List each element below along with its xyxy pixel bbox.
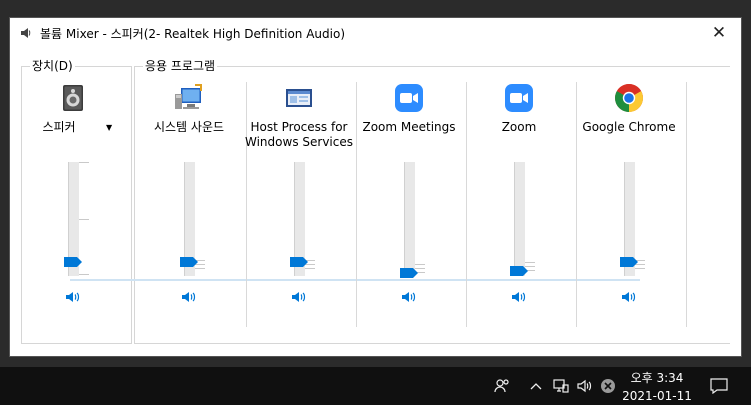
mute-button[interactable] (400, 288, 418, 306)
window-title: 볼륨 Mixer - 스피커(2- Realtek High Definitio… (40, 27, 345, 41)
slider-thumb[interactable] (290, 257, 308, 267)
channel-host-process: Host Process for Windows Services (244, 76, 354, 328)
title-bar[interactable]: 볼륨 Mixer - 스피커(2- Realtek High Definitio… (10, 18, 741, 48)
chevron-down-icon[interactable]: ▼ (106, 123, 112, 132)
channel-google-chrome: Google Chrome (574, 76, 684, 328)
mute-button[interactable] (290, 288, 308, 306)
channel-name: Google Chrome (582, 120, 676, 134)
clock-time: 오후 3:34 (630, 371, 684, 385)
slider-track (404, 162, 415, 276)
people-icon[interactable] (491, 376, 513, 396)
volume-mixer-window: 볼륨 Mixer - 스피커(2- Realtek High Definitio… (9, 17, 742, 357)
notification-icon[interactable] (708, 376, 730, 396)
channel-name-line: Host Process for (250, 120, 348, 134)
zoom-icon[interactable] (464, 82, 574, 114)
slider-thumb[interactable] (64, 257, 82, 267)
applications-group-label: 응용 프로그램 (143, 59, 218, 73)
volume-slider[interactable] (354, 162, 464, 280)
channel-zoom: Zoom (464, 76, 574, 328)
slider-thumb[interactable] (400, 268, 418, 278)
mute-x-icon[interactable] (599, 377, 617, 395)
volume-icon[interactable] (575, 376, 595, 396)
network-icon[interactable] (551, 376, 571, 396)
channel-name: 시스템 사운드 (153, 120, 225, 134)
channel-name: Host Process for Windows Services (244, 120, 354, 150)
channel-name: Zoom (501, 120, 537, 134)
close-button[interactable]: ✕ (697, 18, 741, 48)
channel-name: Zoom Meetings (362, 120, 456, 134)
devices-group-label: 장치(D) (30, 59, 75, 73)
channel-name: 스피커 (42, 120, 76, 134)
volume-slider[interactable] (18, 162, 128, 280)
clock-date: 2021-01-11 (622, 389, 692, 403)
slider-thumb[interactable] (620, 257, 638, 267)
host-process-icon[interactable] (244, 82, 354, 114)
slider-thumb[interactable] (510, 266, 528, 276)
mute-button[interactable] (620, 288, 638, 306)
divider (686, 82, 687, 327)
speaker-device-icon[interactable] (18, 82, 128, 114)
volume-slider[interactable] (244, 162, 354, 280)
volume-slider[interactable] (464, 162, 574, 280)
system-sounds-icon[interactable] (134, 82, 244, 114)
taskbar-clock[interactable]: 오후 3:34 2021-01-11 (618, 369, 696, 405)
slider-track (514, 162, 525, 276)
mute-button[interactable] (64, 288, 82, 306)
chevron-up-icon[interactable] (528, 377, 544, 395)
slider-thumb[interactable] (180, 257, 198, 267)
mute-button[interactable] (510, 288, 528, 306)
channel-system-sounds: 시스템 사운드 (134, 76, 244, 328)
taskbar: 오후 3:34 2021-01-11 (0, 367, 751, 405)
volume-slider[interactable] (574, 162, 684, 280)
zoom-icon[interactable] (354, 82, 464, 114)
chrome-icon[interactable] (574, 82, 684, 114)
speaker-icon (19, 26, 33, 40)
channel-name-line: Windows Services (245, 135, 353, 149)
channel-zoom-meetings: Zoom Meetings (354, 76, 464, 328)
channel-speaker: 스피커 ▼ (18, 76, 128, 328)
mute-button[interactable] (180, 288, 198, 306)
volume-slider[interactable] (134, 162, 244, 280)
